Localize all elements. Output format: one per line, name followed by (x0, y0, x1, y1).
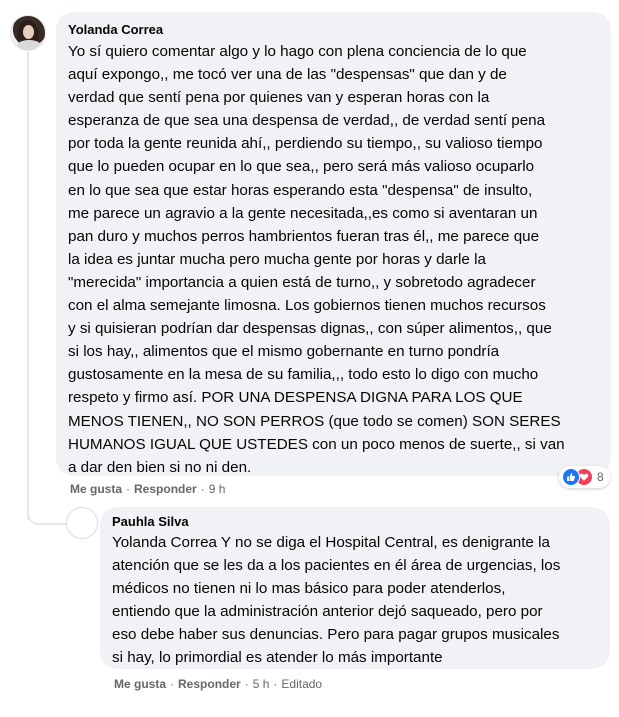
thread-connector-line (27, 52, 29, 520)
separator: · (273, 677, 278, 691)
text-line: en lo que sea que estar horas esperando … (68, 181, 533, 199)
text-line: atención que se les da a los pacientes e… (112, 557, 561, 575)
reaction-count: 8 (597, 470, 604, 484)
text-line: a dar den bien si no ni den. (68, 458, 252, 476)
text-line: pan duro y muchos perros hambrientos fue… (68, 227, 540, 245)
reply-button[interactable]: Responder (178, 677, 241, 691)
text-line: con el alma semejante limosna. Los gobie… (68, 297, 546, 315)
text-line: la idea es juntar mucha pero mucha gente… (68, 250, 486, 268)
text-line: médicos no tienen ni lo mas básico para … (112, 580, 506, 598)
separator: · (170, 677, 175, 691)
text-line: si los hay,, alimentos que el mismo gobe… (68, 343, 500, 361)
comment-author[interactable]: Yolanda Correa (68, 22, 163, 37)
reply-author[interactable]: Pauhla Silva (112, 514, 189, 529)
reply-text: Yolanda Correa Y no se diga el Hospital … (112, 531, 560, 670)
separator: · (126, 482, 131, 496)
reply-button[interactable]: Responder (134, 482, 197, 496)
comment-actions: Me gusta · Responder · 9 h (70, 482, 225, 496)
like-icon (562, 468, 580, 486)
separator: · (200, 482, 205, 496)
avatar-face (23, 25, 34, 39)
text-line: entiendo que la administración anterior … (112, 603, 543, 621)
reply-timestamp[interactable]: 5 h (253, 677, 270, 691)
avatar[interactable] (10, 15, 46, 51)
text-line: por toda la gente reunida ahí,, perdiend… (68, 135, 543, 153)
like-button[interactable]: Me gusta (114, 677, 166, 691)
text-line: MENOS TIENEN,, NO SON PERROS (que todo s… (68, 412, 561, 430)
avatar-body (16, 40, 42, 50)
text-line: aquí expongo,, me tocó ver una de las "d… (68, 66, 507, 84)
text-line: eso debe haber sus denuncias. Pero para … (112, 626, 560, 644)
text-line: me parece un agravio a la gente necesita… (68, 204, 538, 222)
text-line: Yo sí quiero comentar algo y lo hago con… (68, 43, 527, 60)
text-line: que lo pueden ocupar en lo que sea,, per… (68, 158, 535, 176)
text-line: respeto y firmo así. POR UNA DESPENSA DI… (68, 389, 523, 407)
text-line: esperanza de que sea una despensa de ver… (68, 112, 546, 130)
edited-label: Editado (281, 677, 323, 691)
comment-timestamp[interactable]: 9 h (209, 482, 226, 496)
reply-avatar[interactable] (66, 507, 98, 539)
thread-connector-curve (27, 505, 69, 525)
text-line: HUMANOS IGUAL QUE USTEDES con un poco me… (68, 435, 565, 453)
reaction-summary[interactable]: 8 (559, 466, 610, 488)
separator: · (244, 677, 249, 691)
comment-text: Yo sí quiero comentar algo y lo hago con… (68, 40, 565, 479)
text-line: "merecida" importancia a quien está de t… (68, 273, 536, 291)
text-line: verdad que sentí pena por quienes van y … (68, 89, 490, 107)
text-line: Yolanda Correa Y no se diga el Hospital … (112, 534, 550, 551)
text-line: y si quisieran podrían dar despensas dig… (68, 320, 552, 338)
text-line: gustosamente en la mesa de su familia,,,… (68, 366, 539, 384)
like-button[interactable]: Me gusta (70, 482, 122, 496)
reply-actions: Me gusta · Responder · 5 h · Editado (114, 677, 322, 691)
text-line: si hay, lo primordial es atender lo más … (112, 649, 443, 667)
